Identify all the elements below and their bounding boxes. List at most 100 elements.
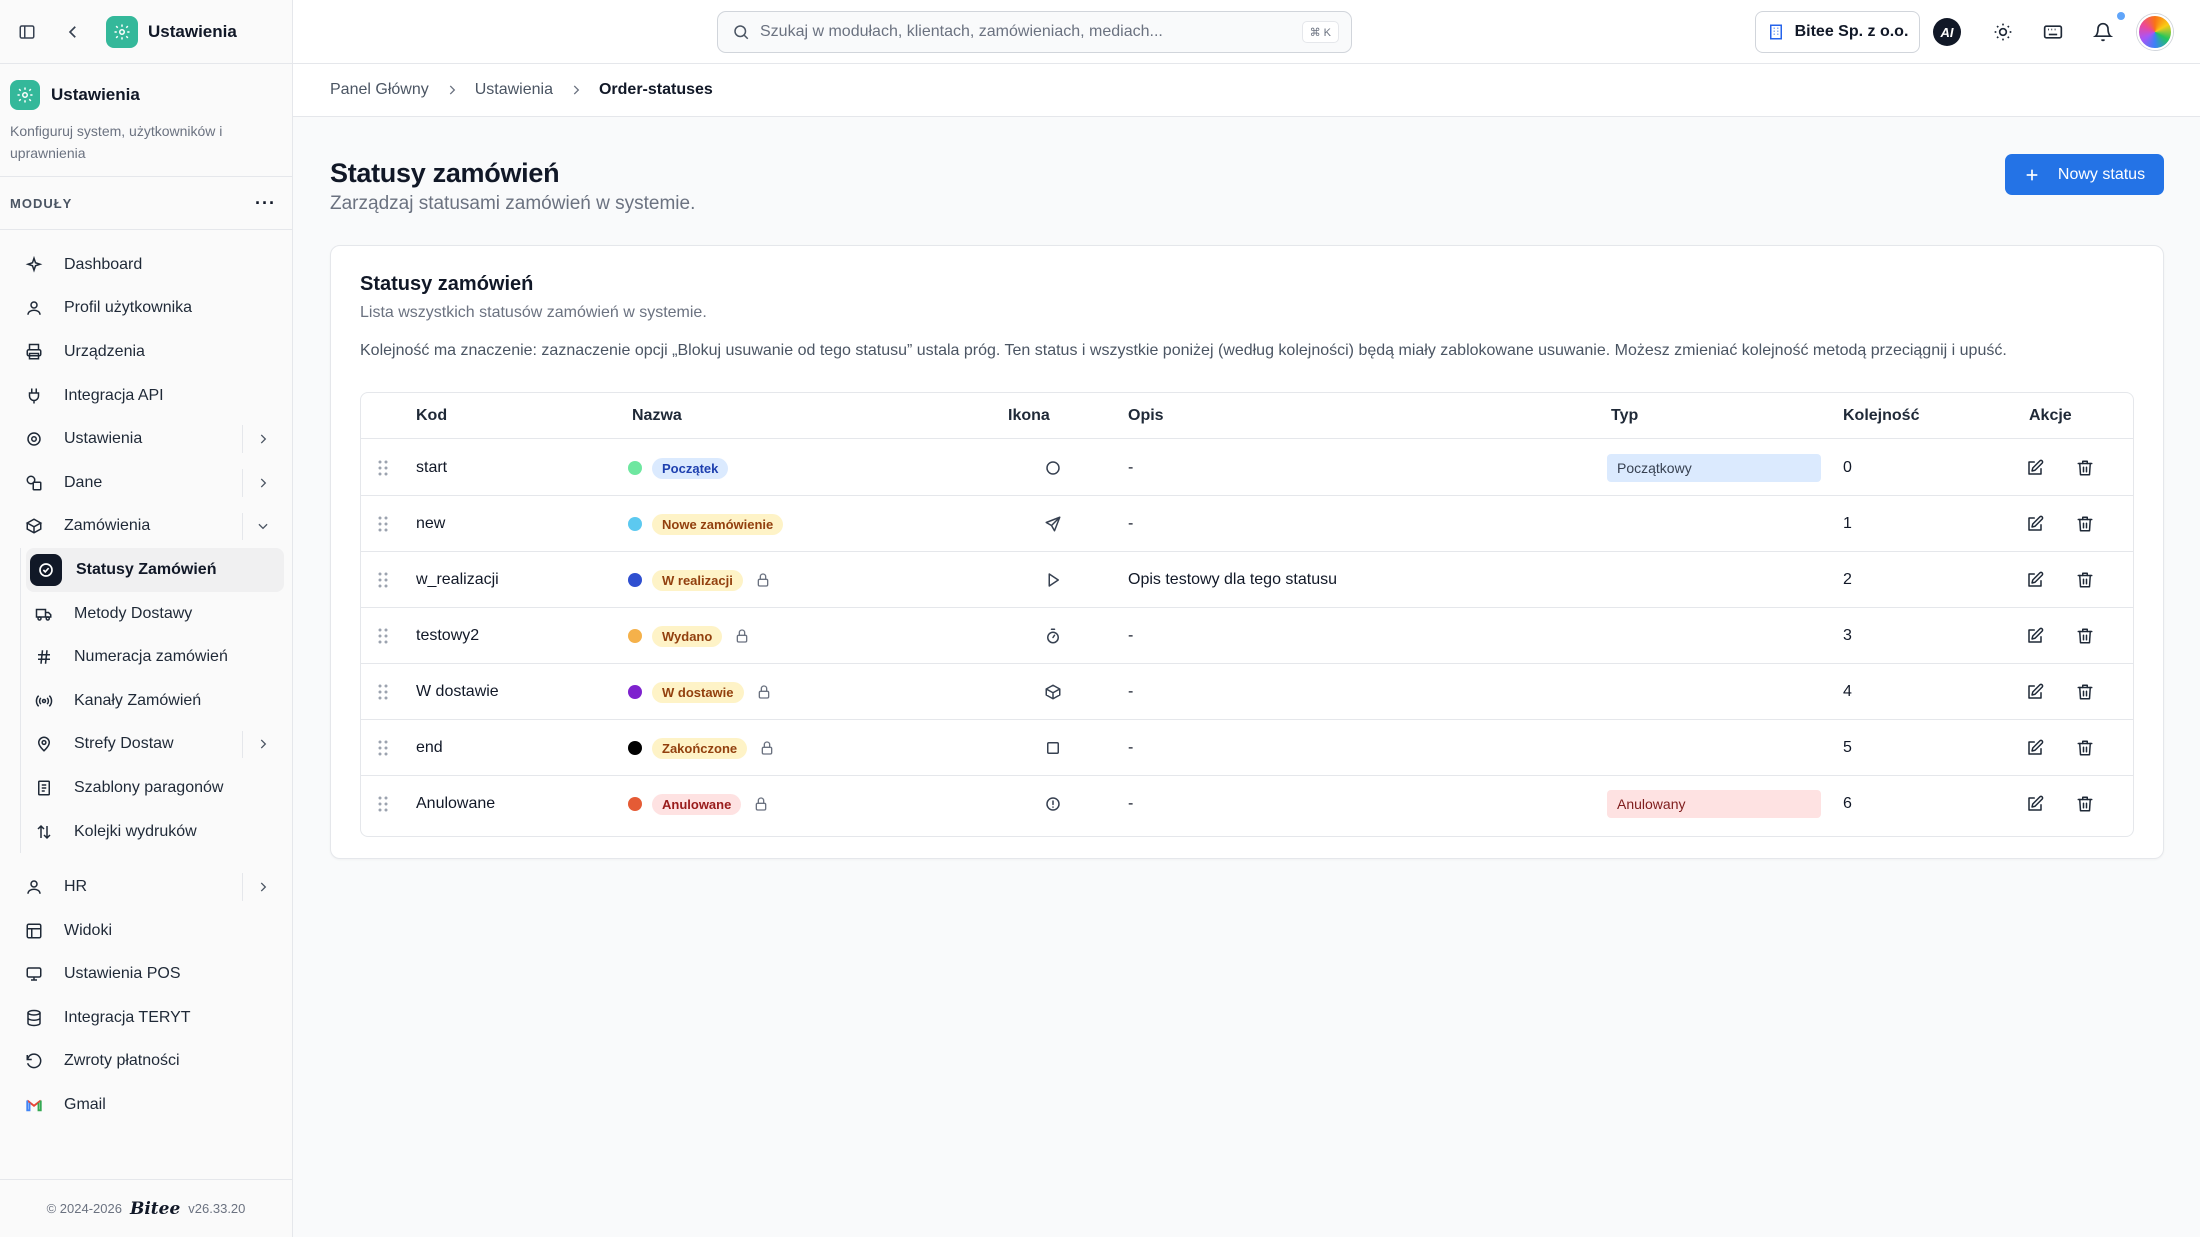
check-circle-icon xyxy=(30,553,62,586)
ai-assistant-button[interactable]: AI xyxy=(1933,18,1961,46)
drag-handle-icon[interactable] xyxy=(376,496,390,552)
sidebar-item-views[interactable]: Widoki xyxy=(0,909,292,953)
trash-icon[interactable] xyxy=(2076,720,2094,776)
breadcrumb-home[interactable]: Panel Główny xyxy=(330,81,429,99)
gear-icon xyxy=(24,429,44,449)
sidebar-item-label: Szablony paragonów xyxy=(74,778,224,796)
sidebar-item-order-channels[interactable]: Kanały Zamówień xyxy=(0,679,292,723)
sun-icon[interactable] xyxy=(1991,20,2015,44)
status-badge: W realizacji xyxy=(652,569,743,591)
table-row[interactable]: new Nowe zamówienie - 1 xyxy=(361,496,2133,552)
edit-icon[interactable] xyxy=(2026,440,2044,496)
sidebar-item-devices[interactable]: Urządzenia xyxy=(0,330,292,374)
sidebar-item-pos-settings[interactable]: Ustawienia POS xyxy=(0,953,292,997)
receipt-icon xyxy=(34,778,54,798)
back-icon[interactable] xyxy=(62,21,84,43)
status-name-cell: Wydano xyxy=(628,608,750,664)
sidebar-item-label: Zwroty płatności xyxy=(64,1052,180,1070)
table-row[interactable]: end Zakończone - 5 xyxy=(361,720,2133,776)
trash-icon[interactable] xyxy=(2076,440,2094,496)
breadcrumb-settings[interactable]: Ustawienia xyxy=(475,81,553,99)
drag-handle-icon[interactable] xyxy=(376,440,390,496)
sidebar-item-print-queues[interactable]: Kolejki wydruków xyxy=(0,810,292,854)
bell-icon[interactable] xyxy=(2091,20,2115,44)
trash-icon[interactable] xyxy=(2076,608,2094,664)
keyboard-icon[interactable] xyxy=(2041,20,2065,44)
drag-handle-icon[interactable] xyxy=(376,776,390,832)
status-badge: Nowe zamówienie xyxy=(652,513,784,535)
sidebar-item-orders[interactable]: Zamówienia xyxy=(0,505,292,549)
sidebar-nav: Dashboard Profil użytkownika Urządzenia … xyxy=(0,243,292,1127)
sidebar-item-label: Dashboard xyxy=(64,255,143,273)
sidebar-item-dashboard[interactable]: Dashboard xyxy=(0,243,292,287)
sidebar-item-order-statuses[interactable]: Statusy Zamówień xyxy=(26,548,284,592)
lock-icon xyxy=(753,796,769,812)
database-icon xyxy=(24,1008,44,1028)
avatar[interactable] xyxy=(2137,14,2173,50)
chevron-down-icon[interactable] xyxy=(256,519,270,533)
brand-logo: Bitee xyxy=(129,1198,181,1219)
toggle-sidebar-icon[interactable] xyxy=(16,21,38,43)
status-color-dot xyxy=(628,741,642,755)
sidebar-item-profile[interactable]: Profil użytkownika xyxy=(0,287,292,331)
sidebar-item-label: Dane xyxy=(64,473,103,491)
layout-icon xyxy=(24,921,44,941)
company-name: Bitee Sp. z o.o. xyxy=(1794,23,1909,40)
table-row[interactable]: start Początek - Początkowy 0 xyxy=(361,440,2133,496)
sidebar-item-refunds[interactable]: Zwroty płatności xyxy=(0,1040,292,1084)
app-title: Ustawienia xyxy=(148,21,237,41)
sidebar-item-settings[interactable]: Ustawienia xyxy=(0,417,292,461)
more-options-icon[interactable]: ··· xyxy=(255,193,276,214)
chevron-right-icon[interactable] xyxy=(256,432,270,446)
search-box[interactable]: ⌘ K xyxy=(717,11,1352,53)
sidebar-item-data[interactable]: Dane xyxy=(0,461,292,505)
edit-icon[interactable] xyxy=(2026,496,2044,552)
sidebar-item-order-numbering[interactable]: Numeracja zamówień xyxy=(0,635,292,679)
drag-handle-icon[interactable] xyxy=(376,720,390,776)
trash-icon[interactable] xyxy=(2076,776,2094,832)
edit-icon[interactable] xyxy=(2026,720,2044,776)
send-icon xyxy=(1044,496,1062,552)
trash-icon[interactable] xyxy=(2076,664,2094,720)
modules-label: MODUŁY xyxy=(10,195,73,211)
table-row[interactable]: W dostawie W dostawie - 4 xyxy=(361,664,2133,720)
sidebar-item-label: Integracja TERYT xyxy=(64,1008,191,1026)
chevron-right-icon[interactable] xyxy=(256,737,270,751)
search-icon xyxy=(732,23,750,41)
company-switcher[interactable]: Bitee Sp. z o.o. xyxy=(1755,11,1920,53)
col-order: Kolejność xyxy=(1843,407,1920,424)
drag-handle-icon[interactable] xyxy=(376,552,390,608)
sidebar-item-gmail[interactable]: Gmail xyxy=(0,1083,292,1127)
col-type: Typ xyxy=(1611,407,1639,424)
sidebar-item-teryt[interactable]: Integracja TERYT xyxy=(0,996,292,1040)
status-description: - xyxy=(1128,515,1134,532)
edit-icon[interactable] xyxy=(2026,776,2044,832)
sidebar-item-delivery-zones[interactable]: Strefy Dostaw xyxy=(0,723,292,767)
topbar: ⌘ K Bitee Sp. z o.o. AI xyxy=(293,0,2200,64)
table-row[interactable]: testowy2 Wydano - 3 xyxy=(361,608,2133,664)
table-row[interactable]: w_realizacji W realizacji Opis testowy d… xyxy=(361,552,2133,608)
sidebar-item-delivery-methods[interactable]: Metody Dostawy xyxy=(0,592,292,636)
status-order: 0 xyxy=(1843,459,1852,476)
status-description: - xyxy=(1128,739,1134,756)
search-input[interactable] xyxy=(760,23,1280,41)
sidebar-item-receipt-templates[interactable]: Szablony paragonów xyxy=(0,766,292,810)
new-status-button[interactable]: Nowy status xyxy=(2005,154,2164,195)
status-badge: Początek xyxy=(652,457,729,479)
status-order: 1 xyxy=(1843,515,1852,532)
edit-icon[interactable] xyxy=(2026,664,2044,720)
edit-icon[interactable] xyxy=(2026,552,2044,608)
col-description: Opis xyxy=(1128,407,1164,424)
trash-icon[interactable] xyxy=(2076,496,2094,552)
table-row[interactable]: Anulowane Anulowane - Anulowany 6 xyxy=(361,776,2133,832)
shapes-icon xyxy=(24,473,44,493)
status-code: w_realizacji xyxy=(416,571,499,588)
trash-icon[interactable] xyxy=(2076,552,2094,608)
sidebar-item-hr[interactable]: HR xyxy=(0,865,292,909)
edit-icon[interactable] xyxy=(2026,608,2044,664)
chevron-right-icon[interactable] xyxy=(256,476,270,490)
chevron-right-icon[interactable] xyxy=(256,880,270,894)
sidebar-item-api[interactable]: Integracja API xyxy=(0,374,292,418)
drag-handle-icon[interactable] xyxy=(376,664,390,720)
drag-handle-icon[interactable] xyxy=(376,608,390,664)
